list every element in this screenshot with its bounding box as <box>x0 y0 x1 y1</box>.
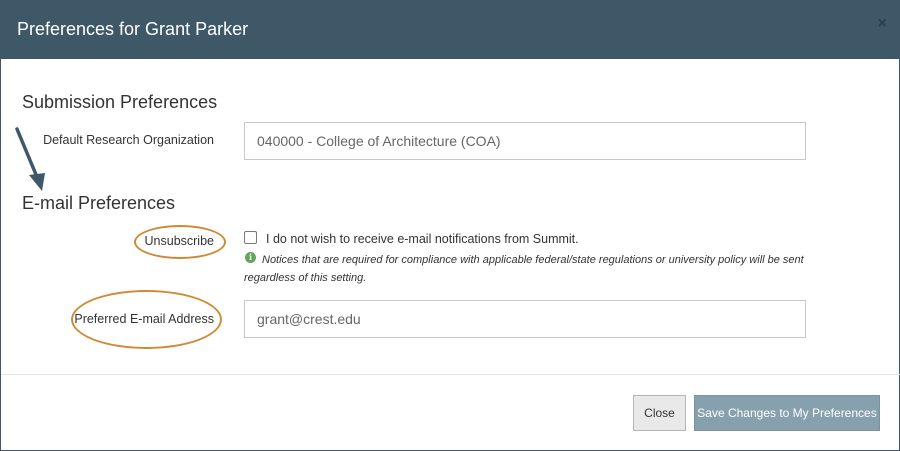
unsubscribe-checkbox-label[interactable]: I do not wish to receive e-mail notifica… <box>266 232 579 246</box>
email-preferences-heading: E-mail Preferences <box>22 193 176 213</box>
submission-preferences-heading: Submission Preferences <box>22 92 218 112</box>
unsubscribe-checkbox[interactable] <box>244 231 257 244</box>
save-preferences-button[interactable]: Save Changes to My Preferences <box>694 395 880 431</box>
compliance-notice: Notices that are required for compliance… <box>244 254 804 284</box>
dialog-header: Preferences for Grant Parker × <box>1 1 900 59</box>
annotation-arrow-icon <box>15 127 45 191</box>
dialog-title: Preferences for Grant Parker <box>17 19 249 39</box>
default-org-input[interactable]: 040000 - College of Architecture (COA) <box>244 122 806 160</box>
preferences-dialog: Preferences for Grant Parker × Submissio… <box>0 0 900 451</box>
preferred-email-label: Preferred E-mail Address <box>74 312 214 326</box>
close-icon[interactable]: × <box>878 15 887 33</box>
default-org-label: Default Research Organization <box>43 133 214 147</box>
info-icon: i <box>245 252 256 263</box>
unsubscribe-label: Unsubscribe <box>144 234 214 248</box>
footer-divider <box>1 374 900 375</box>
preferred-email-input[interactable]: grant@crest.edu <box>244 300 806 338</box>
close-button[interactable]: Close <box>633 395 686 431</box>
